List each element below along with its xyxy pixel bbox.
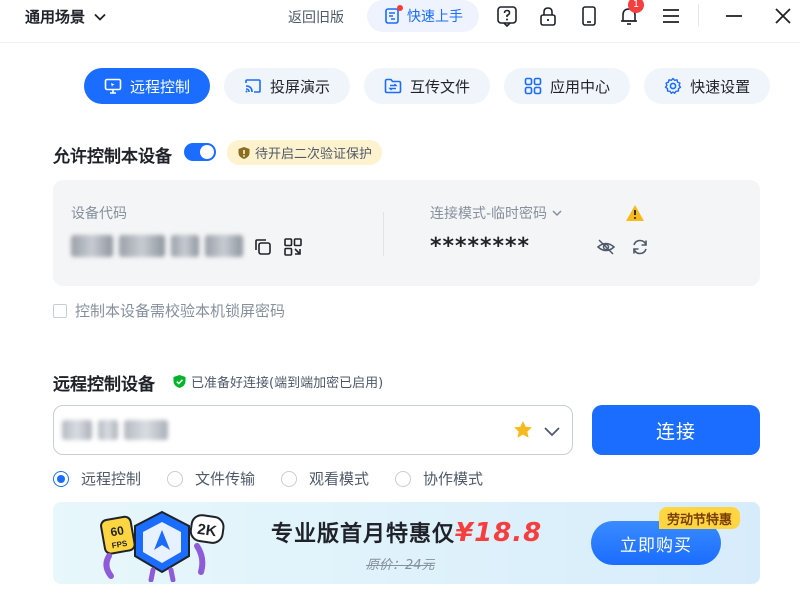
- allow-control-toggle[interactable]: [184, 143, 216, 161]
- apps-icon: [524, 77, 542, 95]
- labor-day-tag: 劳动节特惠: [659, 507, 741, 529]
- tab-app-center[interactable]: 应用中心: [504, 68, 631, 104]
- cast-icon: [245, 79, 261, 93]
- chevron-down-icon: [552, 210, 562, 217]
- mode-remote-control[interactable]: 远程控制: [53, 468, 141, 489]
- shield-check-icon: [173, 375, 186, 388]
- radio-button[interactable]: [53, 470, 69, 487]
- mode-label: 文件传输: [195, 470, 256, 488]
- tab-label: 远程控制: [130, 77, 191, 96]
- back-to-old-version-link[interactable]: 返回旧版: [288, 7, 344, 27]
- minimize-icon[interactable]: [722, 4, 746, 28]
- promo-banner[interactable]: 60 FPS 2K 专业版首月特惠仅¥18.8 原价：24元 立即购买 劳动节特…: [53, 502, 760, 584]
- gear-icon: [664, 77, 682, 94]
- connection-status: 已准备好连接(端到端加密已启用): [172, 372, 383, 391]
- mode-collaboration[interactable]: 协作模式: [395, 468, 483, 489]
- monitor-icon: [104, 78, 122, 94]
- original-price: 原价：24元: [366, 558, 435, 573]
- refresh-icon[interactable]: [629, 236, 651, 258]
- tab-quick-settings[interactable]: 快速设置: [644, 68, 771, 104]
- tab-label: 投屏演示: [270, 77, 331, 96]
- mode-label: 协作模式: [423, 470, 484, 488]
- connect-button[interactable]: 连接: [592, 405, 760, 455]
- tab-file-transfer[interactable]: 互传文件: [364, 68, 491, 104]
- warning-triangle-icon[interactable]: [624, 202, 646, 224]
- menu-icon[interactable]: [659, 4, 683, 28]
- qr-code-icon[interactable]: [282, 236, 304, 258]
- close-icon[interactable]: [771, 4, 795, 28]
- help-icon[interactable]: [495, 4, 519, 28]
- scene-label: 通用场景: [25, 8, 86, 26]
- scene-selector[interactable]: 通用场景: [25, 6, 107, 27]
- tab-label: 快速设置: [690, 77, 751, 96]
- connection-mode-selector[interactable]: 连接模式-临时密码: [430, 203, 563, 223]
- connection-mode-options: 远程控制 文件传输 观看模式 协作模式: [53, 468, 483, 489]
- radio-button[interactable]: [167, 470, 184, 487]
- radio-button[interactable]: [395, 470, 412, 487]
- device-code-value-redacted: [71, 235, 243, 257]
- tab-screen-cast[interactable]: 投屏演示: [224, 68, 351, 104]
- device-info-card: 设备代码 连接模式-临时密码 ********: [53, 180, 760, 286]
- history-dropdown-icon[interactable]: [541, 420, 563, 442]
- mode-file-transfer[interactable]: 文件传输: [167, 468, 255, 489]
- radio-button[interactable]: [281, 470, 298, 487]
- promo-price: ¥18.8: [455, 518, 543, 548]
- mode-label: 远程控制: [81, 470, 142, 488]
- fps-badge-number: 60: [109, 523, 125, 539]
- lock-screen-password-label: 控制本设备需校验本机锁屏密码: [75, 302, 286, 320]
- titlebar-divider: [698, 4, 699, 26]
- title-bar: 通用场景 返回旧版 快速上手 1: [0, 0, 800, 34]
- lock-screen-password-option[interactable]: 控制本设备需校验本机锁屏密码: [53, 300, 285, 321]
- tab-label: 应用中心: [550, 77, 611, 96]
- favorite-star-icon[interactable]: [512, 419, 534, 441]
- mode-watch[interactable]: 观看模式: [281, 468, 369, 489]
- guide-book-icon: [383, 5, 403, 25]
- temporary-password: ********: [430, 234, 531, 259]
- remote-control-title: 远程控制设备: [53, 375, 155, 395]
- quickstart-label: 快速上手: [407, 9, 463, 25]
- two-factor-warning-label: 待开启二次验证保护: [255, 147, 373, 162]
- new-dot: [397, 5, 403, 11]
- copy-icon[interactable]: [252, 236, 274, 258]
- promo-headline-text: 专业版首月特惠仅: [271, 522, 456, 547]
- tab-remote-control[interactable]: 远程控制: [84, 68, 211, 104]
- two-factor-warning[interactable]: 待开启二次验证保护: [227, 140, 383, 165]
- mode-label: 观看模式: [309, 470, 370, 488]
- device-code-label: 设备代码: [71, 206, 127, 222]
- notification-badge: 1: [628, 0, 644, 13]
- allow-control-title: 允许控制本设备: [53, 147, 172, 167]
- lock-icon[interactable]: [536, 4, 560, 28]
- chevron-down-icon: [94, 13, 106, 21]
- partner-code-input[interactable]: [53, 405, 573, 455]
- mascot-illustration: 60 FPS 2K: [100, 510, 225, 582]
- card-divider: [383, 212, 384, 256]
- lock-screen-password-checkbox[interactable]: [53, 303, 67, 318]
- resolution-badge-text: 2K: [196, 521, 218, 541]
- hide-password-eye-icon[interactable]: [595, 236, 617, 258]
- partner-code-value-redacted: [62, 420, 168, 440]
- folder-transfer-icon: [384, 78, 402, 94]
- mobile-phone-icon[interactable]: [577, 4, 601, 28]
- connection-mode-label: 连接模式-临时密码: [430, 206, 548, 222]
- shield-warning-icon: [238, 146, 250, 159]
- tab-label: 互传文件: [410, 77, 471, 96]
- quickstart-button[interactable]: 快速上手: [367, 0, 479, 32]
- connection-status-text: 已准备好连接(端到端加密已启用): [191, 376, 384, 391]
- promo-headline: 专业版首月特惠仅¥18.8: [271, 516, 542, 548]
- titlebar-separator: [0, 42, 800, 43]
- feature-tabs: 远程控制 投屏演示 互传文件 应用中心 快速设置: [84, 68, 771, 104]
